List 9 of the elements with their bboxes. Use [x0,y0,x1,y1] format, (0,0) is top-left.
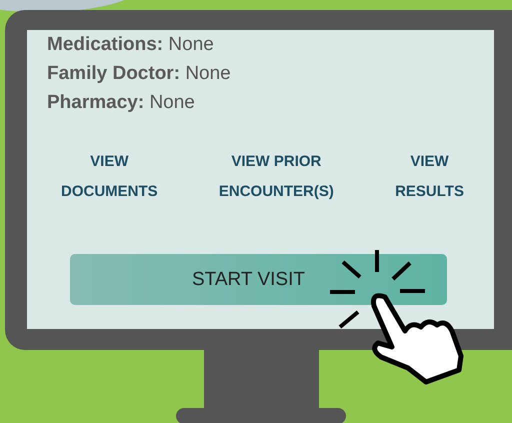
click-burst-icon [330,250,425,329]
info-line: Family Doctor: None [47,62,232,86]
view-link[interactable]: VIEW DOCUMENTS [61,147,158,207]
view-link[interactable]: VIEW PRIOR ENCOUNTER(S) [218,147,334,207]
pointing-hand-icon [370,293,464,384]
info-line: Medications: None [47,33,215,57]
view-link[interactable]: VIEW RESULTS [395,147,464,207]
start-visit-button[interactable]: START VISIT [70,254,447,305]
info-line: Pharmacy: None [47,91,196,115]
